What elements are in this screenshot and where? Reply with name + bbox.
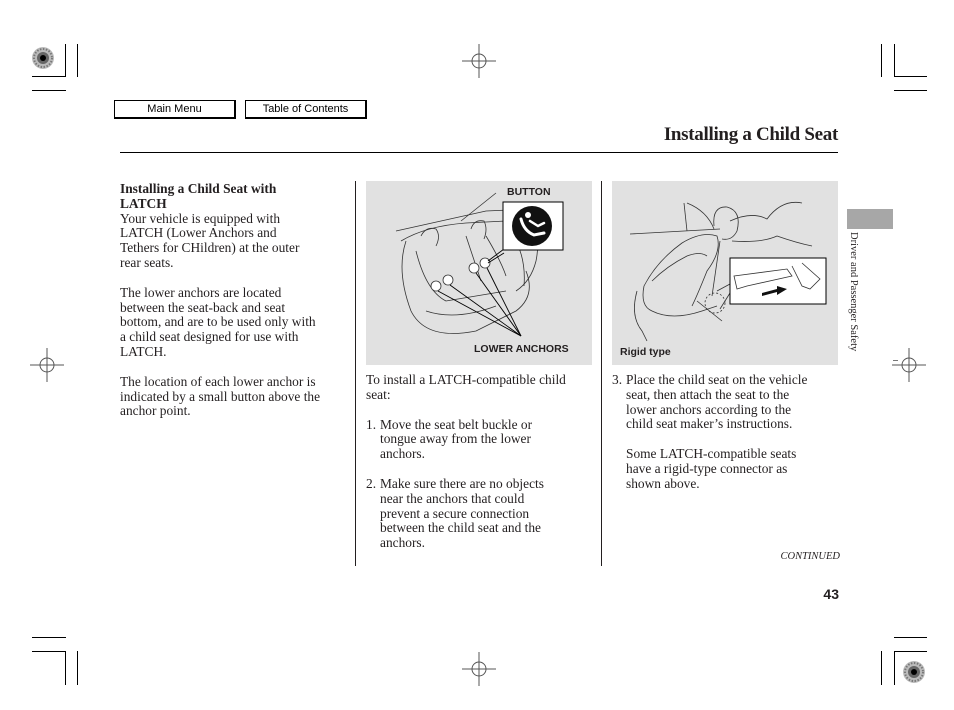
text-line: anchor point. (120, 403, 191, 419)
text-line: The lower anchors are located (120, 284, 282, 300)
steps-intro: To install a LATCH-compatible child seat… (366, 372, 598, 403)
text-line: between the seat-back and seat (120, 299, 286, 315)
text-line: seat, then attach the seat to the (626, 386, 790, 402)
text-line: lower anchors according to the (626, 401, 792, 417)
lower-anchors-callout-label: LOWER ANCHORS (474, 343, 569, 355)
text-line: near the anchors that could (380, 490, 525, 506)
text-line: tongue away from the lower (380, 431, 531, 447)
main-menu-button[interactable]: Main Menu (114, 100, 236, 119)
figure-lower-anchors: BUTTON LOWER ANCHORS (366, 181, 592, 365)
continued-label: CONTINUED (780, 551, 840, 562)
figure-rigid-type: Rigid type (612, 181, 838, 365)
text-line: have a rigid-type connector as (626, 460, 788, 476)
step-number: 2. (366, 475, 377, 491)
text-line: Tethers for CHildren) at the outer (120, 240, 300, 256)
paragraph-anchor-button: The location of each lower anchor is ind… (120, 373, 352, 419)
text-line: Make sure there are no objects (380, 475, 544, 491)
heading-line: LATCH (120, 195, 167, 211)
section-tab[interactable] (847, 209, 893, 229)
crosshair-mark-right (892, 348, 926, 382)
text-line: To install a LATCH-compatible child (366, 372, 566, 387)
text-line: bottom, and are to be used only with (120, 314, 316, 330)
text-line: prevent a secure connection (380, 505, 530, 521)
page-title: Installing a Child Seat (663, 124, 838, 145)
heading-line: Installing a Child Seat with (120, 181, 277, 196)
text-line: anchors. (380, 535, 425, 551)
text-line: Some LATCH-compatible seats (626, 446, 797, 462)
column-divider (601, 181, 602, 566)
child-seat-rigid-illustration (629, 201, 827, 342)
crosshair-mark-top (462, 44, 496, 78)
column-steps: To install a LATCH-compatible child seat… (366, 372, 598, 551)
column-intro: Installing a Child Seat with LATCH Your … (120, 181, 352, 419)
text-line: LATCH. (120, 343, 167, 359)
text-line: a child seat designed for use with (120, 329, 299, 345)
column-step-3: 3. Place the child seat on the vehicle s… (612, 372, 844, 492)
step-1: 1. Move the seat belt buckle or tongue a… (366, 416, 598, 462)
text-line: indicated by a small button above the (120, 388, 321, 404)
rear-seat-illustration (395, 192, 564, 337)
column-divider (355, 181, 356, 566)
paragraph-latch-equipped: Your vehicle is equipped with LATCH (Low… (120, 210, 352, 271)
paragraph-anchor-location: The lower anchors are located between th… (120, 284, 352, 360)
text-line: seat: (366, 386, 391, 402)
text-line: shown above. (626, 475, 700, 491)
text-line: child seat maker’s instructions. (626, 416, 793, 432)
rigid-type-label: Rigid type (620, 346, 671, 358)
button-callout-label: BUTTON (507, 186, 551, 198)
page-number: 43 (823, 586, 839, 602)
text-line: between the child seat and the (380, 520, 541, 536)
table-of-contents-button[interactable]: Table of Contents (245, 100, 367, 119)
crosshair-mark-bottom (462, 652, 496, 686)
section-label: Driver and Passenger Safety (848, 232, 859, 352)
child-seat-icon (512, 206, 552, 246)
step-number: 3. (612, 372, 623, 387)
rigid-connector-note: Some LATCH-compatible seats have a rigid… (612, 446, 844, 491)
crosshair-mark-left (30, 348, 64, 382)
text-line: anchors. (380, 446, 425, 462)
section-heading: Installing a Child Seat with LATCH (120, 181, 352, 212)
text-line: rear seats. (120, 254, 174, 270)
tick-mark (893, 360, 898, 361)
registration-target-icon (32, 47, 54, 69)
step-number: 1. (366, 416, 377, 432)
step-3: 3. Place the child seat on the vehicle s… (612, 372, 844, 432)
text-line: Your vehicle is equipped with (120, 210, 281, 226)
title-divider (120, 152, 838, 153)
text-line: LATCH (Lower Anchors and (120, 225, 277, 241)
text-line: The location of each lower anchor is (120, 373, 316, 389)
step-2: 2. Make sure there are no objects near t… (366, 475, 598, 551)
registration-target-icon (903, 661, 925, 683)
text-line: Move the seat belt buckle or (380, 416, 533, 432)
text-line: Place the child seat on the vehicle (626, 372, 808, 387)
